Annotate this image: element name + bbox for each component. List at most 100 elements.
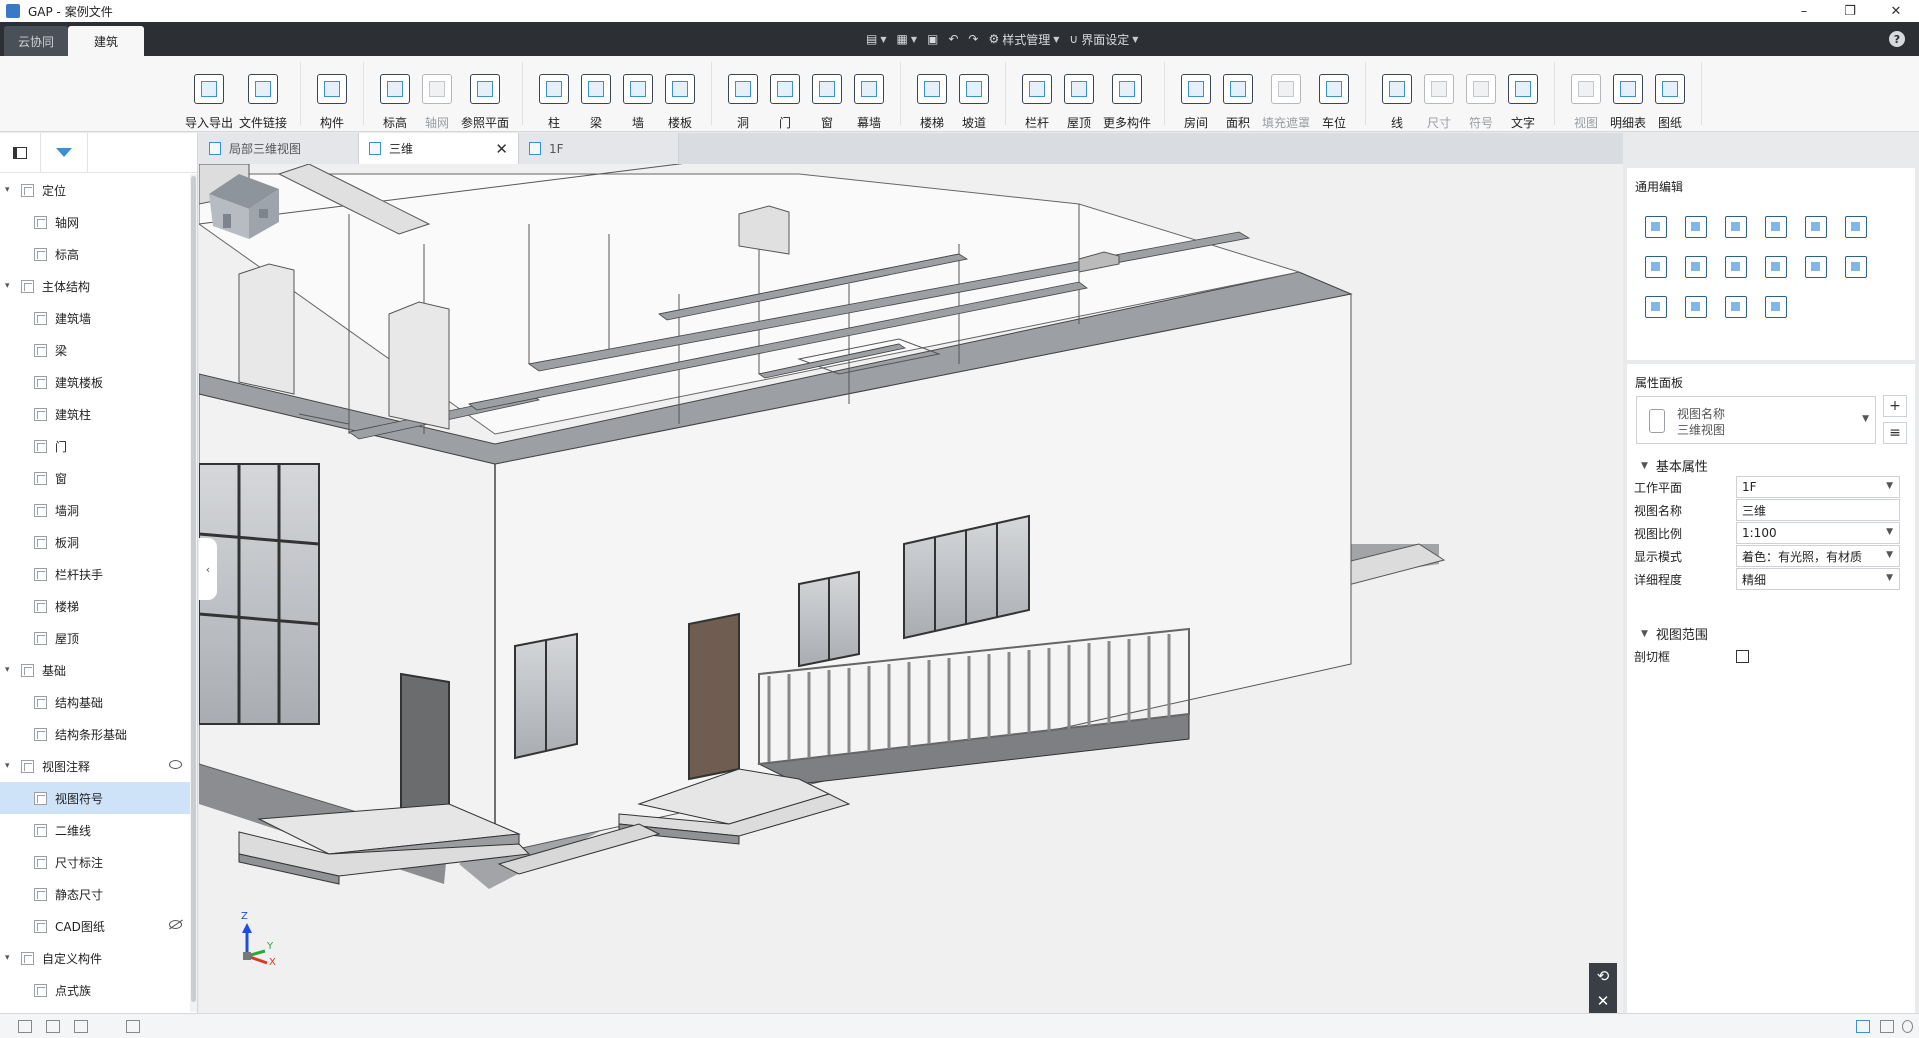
visibility-checkbox[interactable] <box>21 183 34 197</box>
restore-button[interactable]: ❐ <box>1827 0 1873 22</box>
tree-item[interactable]: 视图符号 <box>0 782 190 814</box>
visibility-checkbox[interactable] <box>34 503 47 517</box>
tree-item[interactable]: 窗 <box>0 462 190 494</box>
visibility-checkbox[interactable] <box>21 663 34 677</box>
tree-group[interactable]: ▾ 视图注释 <box>0 750 190 782</box>
collapse-left-panel-button[interactable]: ‹ <box>199 538 217 600</box>
expand-toggle-icon[interactable]: ▾ <box>5 185 15 195</box>
visibility-checkbox[interactable] <box>34 887 47 901</box>
close-window-button[interactable]: ✕ <box>1873 0 1919 22</box>
ribbon-button[interactable]: 坡道 <box>953 74 995 131</box>
ribbon-button[interactable]: 栏杆 <box>1016 74 1058 131</box>
3d-viewport[interactable]: ‹ Z Y X ⟲ ✕ <box>199 164 1623 1013</box>
view-cube-house-icon[interactable] <box>199 164 289 244</box>
expand-toggle-icon[interactable]: ▾ <box>5 761 15 771</box>
tree-item[interactable]: 静态尺寸 <box>0 878 190 910</box>
tree-item[interactable]: 墙洞 <box>0 494 190 526</box>
close-tab-icon[interactable]: ✕ <box>495 140 508 158</box>
visibility-checkbox[interactable] <box>34 855 47 869</box>
property-dropdown[interactable]: 着色：有光照，有材质 ▼ <box>1736 545 1900 567</box>
ribbon-button[interactable]: 文字 <box>1502 74 1544 131</box>
move-icon[interactable] <box>1645 216 1667 238</box>
grid-toggle-icon[interactable] <box>126 1020 140 1033</box>
view-type-selector[interactable]: 视图名称 三维视图 ▼ <box>1636 396 1876 444</box>
settings-status-icon[interactable] <box>1902 1020 1913 1033</box>
document-tab[interactable]: 局部三维视图 <box>199 133 359 164</box>
ribbon-button[interactable]: 柱 <box>533 74 575 131</box>
rotate-view-icon[interactable]: ⟲ <box>1597 967 1610 985</box>
layout-single-icon[interactable] <box>18 1020 32 1033</box>
visibility-checkbox[interactable] <box>21 279 34 293</box>
tab-cloud-collab[interactable]: 云协同 <box>4 26 69 56</box>
basic-properties-header[interactable]: ▼ 基本属性 <box>1641 456 1708 475</box>
visibility-checkbox[interactable] <box>34 695 47 709</box>
save-icon[interactable]: ▣ <box>927 32 938 46</box>
scrollbar-thumb[interactable] <box>191 176 196 1002</box>
visibility-checkbox[interactable] <box>34 567 47 581</box>
ribbon-button[interactable]: 窗 <box>806 74 848 131</box>
ribbon-button[interactable]: 尺寸 <box>1418 74 1460 131</box>
tree-item[interactable]: 点式族 <box>0 974 190 1006</box>
snap-icon[interactable] <box>1880 1020 1894 1033</box>
ribbon-button[interactable]: 填充遮罩 <box>1259 74 1313 131</box>
visibility-checkbox[interactable] <box>34 407 47 421</box>
property-input[interactable]: 三维 <box>1736 499 1900 521</box>
view-range-header[interactable]: ▼ 视图范围 <box>1641 624 1708 643</box>
tree-item[interactable]: 结构条形基础 <box>0 718 190 750</box>
ribbon-button[interactable]: 视图 <box>1565 74 1607 131</box>
visibility-checkbox[interactable] <box>34 215 47 229</box>
copy-icon[interactable] <box>1685 216 1707 238</box>
tree-item[interactable]: 梁 <box>0 334 190 366</box>
tree-group[interactable]: ▾ 基础 <box>0 654 190 686</box>
delete-icon[interactable] <box>1645 296 1667 318</box>
visibility-checkbox[interactable] <box>34 471 47 485</box>
ribbon-button[interactable]: 屋顶 <box>1058 74 1100 131</box>
toggle-panel-button[interactable] <box>0 133 40 173</box>
offset-icon[interactable] <box>1725 256 1747 278</box>
visibility-checkbox[interactable] <box>34 823 47 837</box>
ribbon-button[interactable]: 门 <box>764 74 806 131</box>
ribbon-button[interactable]: 线 <box>1376 74 1418 131</box>
visibility-checkbox[interactable] <box>34 919 47 933</box>
help-icon[interactable]: ? <box>1889 31 1905 47</box>
tree-group[interactable]: ▾ 自定义构件 <box>0 942 190 974</box>
ribbon-button[interactable]: 洞 <box>722 74 764 131</box>
document-tab[interactable]: 1F <box>519 133 679 164</box>
ribbon-button[interactable]: 面积 <box>1217 74 1259 131</box>
mirror-icon[interactable] <box>1845 256 1867 278</box>
ribbon-button[interactable]: 幕墙 <box>848 74 890 131</box>
paint-icon[interactable] <box>1725 296 1747 318</box>
visibility-checkbox[interactable] <box>34 375 47 389</box>
tree-item[interactable]: 建筑楼板 <box>0 366 190 398</box>
layout-tile-icon[interactable] <box>74 1020 88 1033</box>
cut-box-checkbox[interactable] <box>1736 649 1749 663</box>
tree-item[interactable]: 建筑墙 <box>0 302 190 334</box>
tree-item[interactable]: 二维线 <box>0 814 190 846</box>
eye-hidden-icon[interactable] <box>169 920 182 929</box>
ribbon-button[interactable]: 图纸 <box>1649 74 1691 131</box>
ui-settings-menu[interactable]: ∪ 界面设定 ▼ <box>1069 31 1138 48</box>
minimize-button[interactable]: – <box>1781 0 1827 22</box>
property-dropdown[interactable]: 1:100 ▼ <box>1736 522 1900 544</box>
visibility-checkbox[interactable] <box>34 631 47 645</box>
ribbon-button[interactable]: 参照平面 <box>458 74 512 131</box>
trim-icon[interactable] <box>1765 216 1787 238</box>
ribbon-button[interactable]: 标高 <box>374 74 416 131</box>
property-dropdown[interactable]: 1F ▼ <box>1736 476 1900 498</box>
tree-group[interactable]: ▾ 定位 <box>0 174 190 206</box>
property-dropdown[interactable]: 精细 ▼ <box>1736 568 1900 590</box>
measure-icon[interactable] <box>1765 296 1787 318</box>
edit-type-button[interactable]: ≡ <box>1883 422 1907 444</box>
split-icon[interactable] <box>1805 216 1827 238</box>
ribbon-button[interactable]: 更多构件 <box>1100 74 1154 131</box>
expand-toggle-icon[interactable]: ▾ <box>5 953 15 963</box>
style-management-menu[interactable]: ⚙ 样式管理 ▼ <box>988 31 1059 48</box>
tree-scrollbar[interactable] <box>190 174 197 1012</box>
tree-item[interactable]: 标高 <box>0 238 190 270</box>
tree-item[interactable]: 屋顶 <box>0 622 190 654</box>
ribbon-button[interactable]: 房间 <box>1175 74 1217 131</box>
visibility-checkbox[interactable] <box>21 759 34 773</box>
visibility-checkbox[interactable] <box>34 791 47 805</box>
visibility-checkbox[interactable] <box>34 247 47 261</box>
tree-item[interactable]: 门 <box>0 430 190 462</box>
